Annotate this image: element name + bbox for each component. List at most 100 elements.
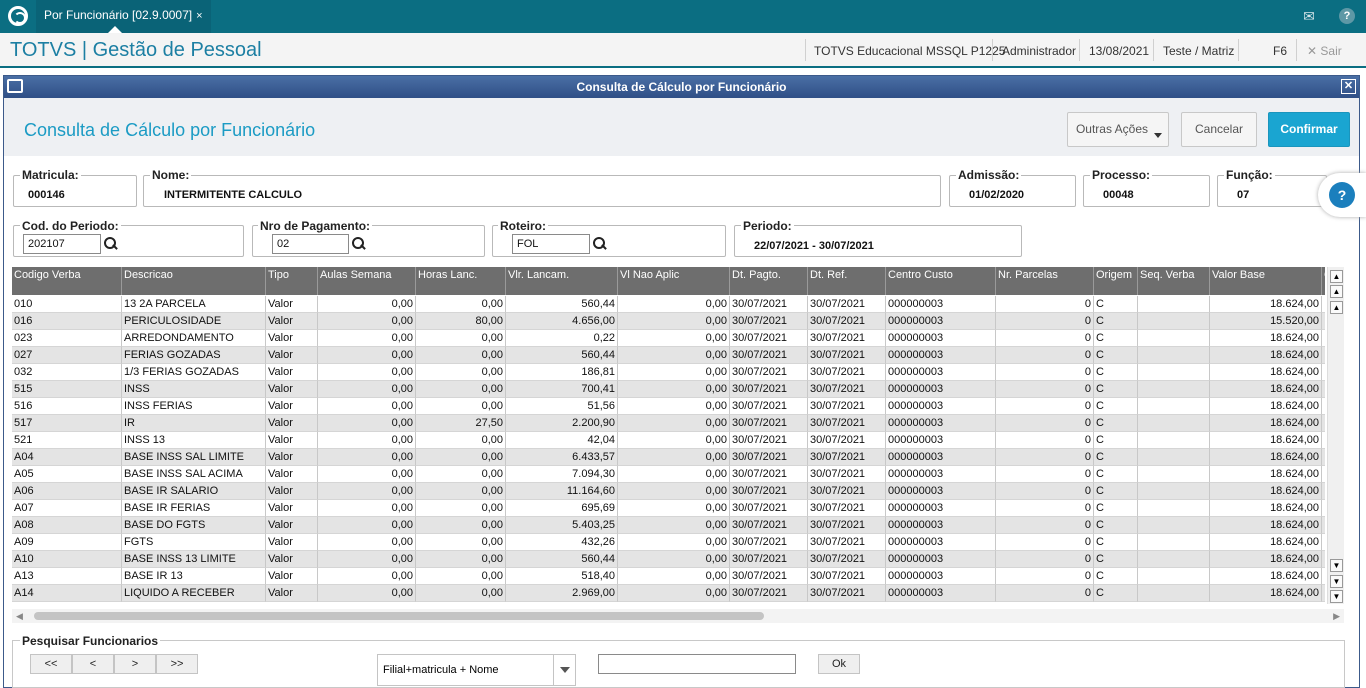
prev-button[interactable]: <: [72, 654, 114, 674]
dialog-close-button[interactable]: ✕: [1341, 79, 1356, 94]
scroll-up-icon[interactable]: ▲: [1330, 301, 1343, 314]
other-actions-label: Outras Ações: [1075, 122, 1149, 136]
table-row[interactable]: 032 1/3 FERIAS GOZADAS Valor 0,00 0,00 186,81…: [12, 364, 1325, 381]
table-cell: [1322, 551, 1325, 568]
horizontal-scrollbar[interactable]: ◀ ▶: [12, 609, 1344, 623]
other-actions-button[interactable]: Outras Ações: [1067, 112, 1169, 147]
table-cell: 7.094,30: [506, 466, 618, 483]
column-header[interactable]: Origem: [1094, 267, 1138, 295]
scroll-page-down-icon[interactable]: ▼: [1330, 575, 1343, 588]
user-label[interactable]: Administrador: [1002, 44, 1076, 58]
scroll-top-icon[interactable]: ▲: [1330, 270, 1343, 283]
admissao-value: 01/02/2020: [969, 189, 1025, 201]
branch-label[interactable]: Teste / Matriz: [1163, 44, 1234, 58]
table-cell: C: [1094, 432, 1138, 449]
chat-button[interactable]: ?: [1318, 173, 1366, 217]
totvs-logo-icon[interactable]: [8, 6, 28, 26]
table-row[interactable]: 521 INSS 13 Valor 0,00 0,00 42,04 0,00 30/07/20…: [12, 432, 1325, 449]
table-cell: [1138, 364, 1210, 381]
column-header[interactable]: Aulas Semana: [318, 267, 416, 295]
scroll-thumb[interactable]: [34, 612, 764, 620]
table-row[interactable]: 010 13 2A PARCELA Valor 0,00 0,00 560,44 0,00 3…: [12, 296, 1325, 313]
scroll-page-up-icon[interactable]: ▲: [1330, 285, 1343, 298]
search-legend: Pesquisar Funcionarios: [20, 634, 161, 648]
column-header[interactable]: Descricao: [122, 267, 266, 295]
vertical-scrollbar[interactable]: ▲ ▲ ▲ ▼ ▼ ▼: [1327, 267, 1344, 604]
table-row[interactable]: 023 ARREDONDAMENTO Valor 0,00 0,00 0,22 0,00 30…: [12, 330, 1325, 347]
table-row[interactable]: A06 BASE IR SALARIO Valor 0,00 0,00 11.164,60…: [12, 483, 1325, 500]
scroll-right-icon[interactable]: ▶: [1333, 611, 1340, 622]
table-cell: 000000003: [886, 432, 996, 449]
table-cell: 30/07/2021: [730, 398, 808, 415]
exit-button[interactable]: ✕ Sair: [1307, 44, 1342, 58]
table-row[interactable]: A04 BASE INSS SAL LIMITE Valor 0,00 0,00 6.43…: [12, 449, 1325, 466]
table-cell: [1322, 483, 1325, 500]
table-row[interactable]: A13 BASE IR 13 Valor 0,00 0,00 518,40 0,00 30/0…: [12, 568, 1325, 585]
roteiro-input[interactable]: FOL: [512, 234, 590, 254]
table-cell: A13: [12, 568, 122, 585]
periodo-cod-input[interactable]: 202107: [23, 234, 101, 254]
order-select[interactable]: Filial+matricula + Nome: [377, 654, 576, 686]
ok-button[interactable]: Ok: [818, 654, 860, 674]
table-cell: Valor: [266, 330, 318, 347]
column-header[interactable]: Dt. Ref.: [808, 267, 886, 295]
table-cell: 0: [996, 313, 1094, 330]
table-cell: 0,00: [618, 466, 730, 483]
scroll-down-icon[interactable]: ▼: [1330, 559, 1343, 572]
last-button[interactable]: >>: [156, 654, 198, 674]
tab-por-funcionario[interactable]: Por Funcionário [02.9.0007] ×: [36, 0, 211, 33]
first-button[interactable]: <<: [30, 654, 72, 674]
table-cell: [1322, 517, 1325, 534]
table-row[interactable]: A14 LIQUIDO A RECEBER Valor 0,00 0,00 2.969,0…: [12, 585, 1325, 602]
scroll-left-icon[interactable]: ◀: [16, 611, 23, 622]
table-cell: 000000003: [886, 296, 996, 313]
column-header[interactable]: Tipo: [266, 267, 318, 295]
date-label[interactable]: 13/08/2021: [1089, 44, 1149, 58]
table-cell: 0: [996, 347, 1094, 364]
confirm-button[interactable]: Confirmar: [1268, 112, 1350, 147]
divider: [1079, 39, 1080, 61]
question-icon[interactable]: ?: [1339, 8, 1355, 24]
column-header[interactable]: Horas Lanc.: [416, 267, 506, 295]
search-icon[interactable]: [104, 237, 118, 251]
search-icon[interactable]: [593, 237, 607, 251]
column-header[interactable]: Nr. Parcelas: [996, 267, 1094, 295]
column-header[interactable]: Centro Custo: [886, 267, 996, 295]
table-cell: 30/07/2021: [730, 466, 808, 483]
results-grid[interactable]: Codigo Verba Descricao Tipo Aulas Semana Hor…: [12, 267, 1325, 604]
table-cell: 30/07/2021: [730, 364, 808, 381]
table-row[interactable]: 515 INSS Valor 0,00 0,00 700,41 0,00 30/07/2021…: [12, 381, 1325, 398]
column-header[interactable]: Dt. Pagto.: [730, 267, 808, 295]
column-header[interactable]: Vl Nao Aplic: [618, 267, 730, 295]
table-cell: 0,00: [416, 364, 506, 381]
tab-close-icon[interactable]: ×: [196, 10, 202, 22]
table-cell: 30/07/2021: [808, 568, 886, 585]
column-header[interactable]: Codigo Verba: [12, 267, 122, 295]
table-row[interactable]: A07 BASE IR FERIAS Valor 0,00 0,00 695,69 0,00…: [12, 500, 1325, 517]
table-row[interactable]: 016 PERICULOSIDADE Valor 0,00 80,00 4.656,00 0…: [12, 313, 1325, 330]
table-row[interactable]: A10 BASE INSS 13 LIMITE Valor 0,00 0,00 560,4…: [12, 551, 1325, 568]
scroll-bottom-icon[interactable]: ▼: [1330, 590, 1343, 603]
table-cell: 30/07/2021: [808, 398, 886, 415]
table-row[interactable]: A08 BASE DO FGTS Valor 0,00 0,00 5.403,25 0,00…: [12, 517, 1325, 534]
table-row[interactable]: 517 IR Valor 0,00 27,50 2.200,90 0,00 30/07/202…: [12, 415, 1325, 432]
divider: [992, 39, 993, 61]
column-header[interactable]: Seq. Verba: [1138, 267, 1210, 295]
search-icon[interactable]: [352, 237, 366, 251]
table-row[interactable]: 516 INSS FERIAS Valor 0,00 0,00 51,56 0,00 30/0…: [12, 398, 1325, 415]
table-cell: 30/07/2021: [808, 313, 886, 330]
column-header[interactable]: C: [1322, 267, 1325, 295]
divider: [805, 39, 806, 61]
table-row[interactable]: A09 FGTS Valor 0,00 0,00 432,26 0,00 30/07/2021…: [12, 534, 1325, 551]
nro-pag-input[interactable]: 02: [272, 234, 349, 254]
column-header[interactable]: Vlr. Lancam.: [506, 267, 618, 295]
table-cell: 518,40: [506, 568, 618, 585]
table-cell: [1138, 449, 1210, 466]
table-row[interactable]: 027 FERIAS GOZADAS Valor 0,00 0,00 560,44 0,00…: [12, 347, 1325, 364]
table-row[interactable]: A05 BASE INSS SAL ACIMA Valor 0,00 0,00 7.094…: [12, 466, 1325, 483]
cancel-button[interactable]: Cancelar: [1181, 112, 1257, 147]
envelope-icon[interactable]: ✉: [1301, 8, 1317, 24]
column-header[interactable]: Valor Base: [1210, 267, 1322, 295]
search-input[interactable]: [598, 654, 796, 674]
next-button[interactable]: >: [114, 654, 156, 674]
